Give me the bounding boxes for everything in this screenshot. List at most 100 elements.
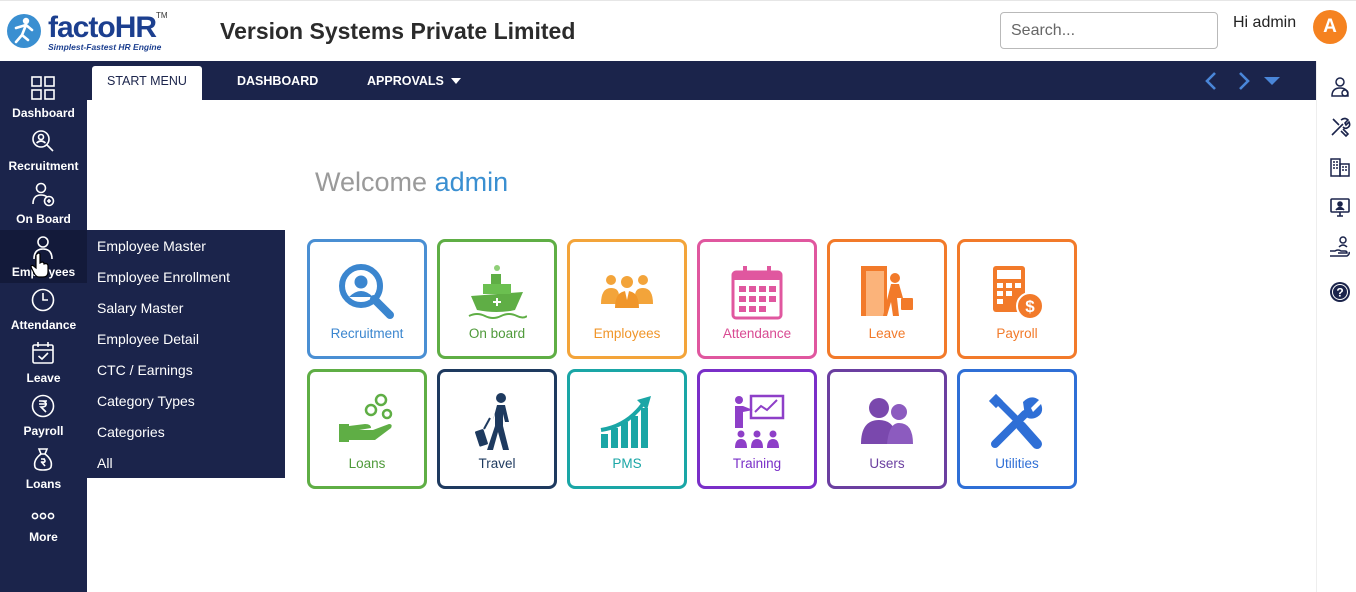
recruitment-magnifier-icon — [339, 264, 394, 319]
logo-trademark: TM — [156, 11, 168, 20]
right-tool-rail: ? — [1316, 61, 1356, 592]
more-dots-icon — [31, 512, 55, 520]
tab-start-menu[interactable]: START MENU — [92, 66, 202, 100]
sidebar-item-onboard[interactable]: On Board — [0, 177, 87, 230]
sidebar-item-dashboard[interactable]: Dashboard — [0, 71, 87, 124]
menu-item-categories[interactable]: Categories — [87, 424, 285, 455]
welcome-prefix: Welcome — [315, 167, 428, 197]
tab-dashboard[interactable]: DASHBOARD — [237, 66, 318, 100]
tile-training[interactable]: Training — [697, 369, 817, 489]
tile-utilities[interactable]: Utilities — [957, 369, 1077, 489]
tile-travel[interactable]: Travel — [437, 369, 557, 489]
tile-label: Utilities — [995, 456, 1039, 471]
menu-item-category-types[interactable]: Category Types — [87, 393, 285, 424]
tile-label: Training — [732, 456, 782, 471]
sidebar-item-attendance[interactable]: Attendance — [0, 283, 87, 336]
tile-label: Employees — [593, 326, 661, 341]
user-avatar[interactable]: A — [1313, 10, 1347, 44]
tile-label: Payroll — [996, 326, 1038, 341]
caret-down-icon — [451, 78, 462, 84]
help-icon[interactable]: ? — [1329, 281, 1351, 303]
tile-label: Recruitment — [330, 326, 404, 341]
tile-recruitment[interactable]: Recruitment — [307, 239, 427, 359]
sidebar-item-label: On Board — [16, 212, 71, 226]
clock-icon — [31, 288, 55, 312]
tile-label: Users — [869, 456, 905, 471]
expand-tabs-icon[interactable] — [1261, 70, 1283, 92]
calendar-icon — [731, 266, 783, 320]
calendar-check-icon — [32, 342, 54, 364]
scroll-left-arrow-icon[interactable] — [1201, 70, 1223, 92]
building-icon[interactable] — [1329, 156, 1351, 178]
employees-group-icon — [601, 275, 653, 308]
tile-users[interactable]: Users — [827, 369, 947, 489]
menu-item-all[interactable]: All — [87, 455, 285, 486]
welcome-heading: Welcome admin — [315, 167, 508, 198]
tile-label: Leave — [868, 326, 906, 341]
dashboard-grid-icon — [31, 76, 55, 100]
scroll-right-arrow-icon[interactable] — [1232, 70, 1254, 92]
recruitment-search-icon — [32, 130, 54, 152]
tile-label: On board — [468, 326, 526, 341]
monitor-icon[interactable] — [1329, 196, 1351, 218]
menu-item-employee-enrollment[interactable]: Employee Enrollment — [87, 269, 285, 300]
sidebar-item-loans[interactable]: Loans — [0, 442, 87, 495]
hand-coins-icon — [339, 393, 393, 442]
tile-employees[interactable]: Employees — [567, 239, 687, 359]
app-page: factoHR TM Simplest-Fastest HR Engine Ve… — [0, 0, 1356, 592]
employees-flyout-menu: Employee Master Employee Enrollment Sala… — [87, 230, 285, 478]
tile-leave[interactable]: Leave — [827, 239, 947, 359]
sidebar-item-leave[interactable]: Leave — [0, 336, 87, 389]
growth-chart-icon — [600, 396, 651, 448]
sidebar-item-label: More — [29, 530, 58, 544]
menu-item-ctc-earnings[interactable]: CTC / Earnings — [87, 362, 285, 393]
tile-label: Attendance — [722, 326, 792, 341]
rupee-icon — [31, 394, 55, 418]
hand-user-icon[interactable] — [1329, 236, 1351, 258]
company-name: Version Systems Private Limited — [220, 18, 576, 44]
sidebar-item-recruitment[interactable]: Recruitment — [0, 124, 87, 177]
sidebar-item-label: Loans — [25, 477, 62, 491]
user-settings-icon[interactable] — [1329, 76, 1351, 98]
tools-icon — [988, 393, 1043, 449]
tools-icon[interactable] — [1329, 116, 1351, 138]
left-sidebar: Dashboard Recruitment On Board Employees… — [0, 61, 87, 592]
tile-label: Loans — [348, 456, 386, 471]
svg-text:$: $ — [1025, 297, 1035, 316]
tile-label: Travel — [478, 456, 516, 471]
tile-loans[interactable]: Loans — [307, 369, 427, 489]
menu-item-employee-detail[interactable]: Employee Detail — [87, 331, 285, 362]
welcome-user-name: admin — [434, 167, 509, 197]
money-bag-icon — [33, 448, 53, 471]
onboard-person-icon — [32, 182, 55, 207]
sidebar-item-label: Dashboard — [12, 106, 75, 120]
ship-icon — [468, 265, 527, 319]
sidebar-item-label: Payroll — [23, 424, 64, 438]
training-board-icon — [735, 394, 785, 448]
logo-wordmark: factoHR — [48, 11, 157, 44]
sidebar-item-label: Leave — [26, 371, 61, 385]
sidebar-item-more[interactable]: More — [0, 495, 87, 548]
menu-item-salary-master[interactable]: Salary Master — [87, 300, 285, 331]
factohr-logo[interactable]: factoHR TM Simplest-Fastest HR Engine — [6, 11, 176, 57]
users-icon — [861, 398, 913, 444]
tile-onboard[interactable]: On board — [437, 239, 557, 359]
hand-pointer-cursor-icon — [30, 252, 49, 278]
logo-runner-icon — [7, 14, 41, 48]
user-greeting[interactable]: Hi admin — [1233, 14, 1296, 32]
tab-approvals[interactable]: APPROVALS — [367, 66, 462, 100]
sidebar-item-label: Recruitment — [8, 159, 79, 173]
menu-item-employee-master[interactable]: Employee Master — [87, 238, 285, 269]
tile-pms[interactable]: PMS — [567, 369, 687, 489]
tab-approvals-label: APPROVALS — [367, 74, 444, 88]
top-nav-bar: START MENU DASHBOARD APPROVALS — [87, 61, 1316, 100]
exit-door-icon — [861, 266, 913, 316]
calculator-dollar-icon: $ — [993, 266, 1044, 320]
logo-tagline: Simplest-Fastest HR Engine — [48, 42, 162, 52]
tile-payroll[interactable]: $ Payroll — [957, 239, 1077, 359]
top-header: factoHR TM Simplest-Fastest HR Engine Ve… — [0, 0, 1356, 61]
tile-attendance[interactable]: Attendance — [697, 239, 817, 359]
search-input[interactable] — [1000, 12, 1218, 49]
sidebar-item-payroll[interactable]: Payroll — [0, 389, 87, 442]
traveler-icon — [474, 393, 509, 450]
